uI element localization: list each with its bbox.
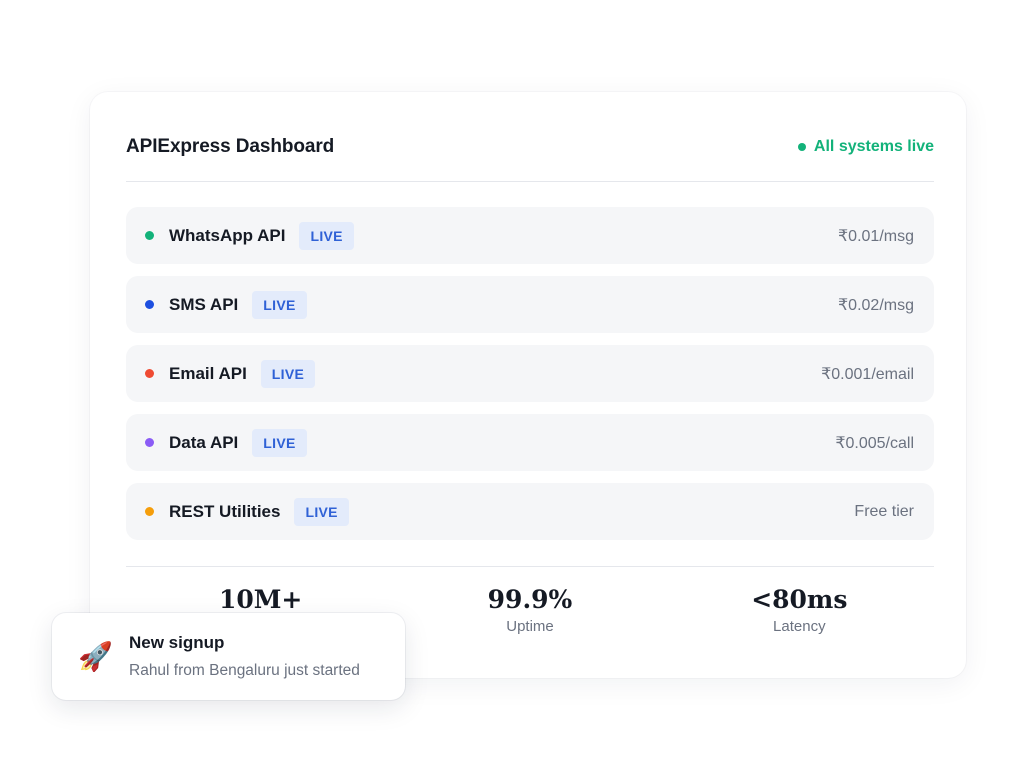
api-name: SMS API xyxy=(169,294,239,314)
api-row-left: WhatsApp API LIVE xyxy=(145,221,354,250)
api-row-email[interactable]: Email API LIVE ₹0.001/email xyxy=(126,345,934,402)
api-price: ₹0.005/call xyxy=(835,434,914,452)
api-price: ₹0.02/msg xyxy=(838,296,914,314)
stat-label: Latency xyxy=(773,618,826,635)
stat-label: Uptime xyxy=(506,618,554,635)
api-row-left: SMS API LIVE xyxy=(145,290,307,319)
api-row-data[interactable]: Data API LIVE ₹0.005/call xyxy=(126,414,934,471)
live-badge: LIVE xyxy=(252,428,307,457)
page: APIExpress Dashboard All systems live Wh… xyxy=(0,0,1025,766)
status-dot-icon xyxy=(145,438,154,447)
api-price: ₹0.001/email xyxy=(821,365,914,383)
status-dot-icon xyxy=(145,507,154,516)
header-divider xyxy=(126,181,934,182)
api-name: REST Utilities xyxy=(169,501,281,521)
api-list: WhatsApp API LIVE ₹0.01/msg SMS API LIVE… xyxy=(126,207,934,552)
card-header: APIExpress Dashboard All systems live xyxy=(126,132,934,162)
system-status-label: All systems live xyxy=(813,138,934,155)
api-price: Free tier xyxy=(854,502,914,520)
stat-value: 99.9% xyxy=(487,585,573,614)
api-row-rest-utilities[interactable]: REST Utilities LIVE Free tier xyxy=(126,483,934,540)
toast-text: New signup Rahul from Bengaluru just sta… xyxy=(129,633,360,680)
api-price: ₹0.01/msg xyxy=(838,227,914,245)
system-status: All systems live xyxy=(797,138,934,156)
status-dot-icon xyxy=(145,231,154,240)
live-badge: LIVE xyxy=(260,359,316,388)
status-dot-icon xyxy=(145,300,154,309)
stat-value: <80ms xyxy=(751,585,848,614)
stat-latency: <80ms Latency xyxy=(665,585,934,635)
api-row-left: Email API LIVE xyxy=(145,359,316,388)
status-dot-icon xyxy=(145,369,154,378)
card-title: APIExpress Dashboard xyxy=(126,136,335,157)
api-row-whatsapp[interactable]: WhatsApp API LIVE ₹0.01/msg xyxy=(126,207,934,264)
api-name: WhatsApp API xyxy=(169,225,286,245)
api-row-left: Data API LIVE xyxy=(145,428,307,457)
api-name: Data API xyxy=(169,432,239,452)
live-badge: LIVE xyxy=(252,290,307,319)
live-badge: LIVE xyxy=(299,221,354,250)
rocket-icon: 🚀 xyxy=(78,640,113,672)
stats-divider xyxy=(126,566,934,567)
api-name: Email API xyxy=(169,363,247,383)
stat-value: 10M+ xyxy=(218,585,303,614)
live-badge: LIVE xyxy=(294,497,349,526)
dashboard-card: APIExpress Dashboard All systems live Wh… xyxy=(90,92,966,678)
signup-toast[interactable]: 🚀 New signup Rahul from Bengaluru just s… xyxy=(52,613,405,700)
toast-title: New signup xyxy=(129,633,225,652)
status-dot-icon xyxy=(797,143,806,151)
stat-uptime: 99.9% Uptime xyxy=(395,585,664,635)
toast-body: Rahul from Bengaluru just started xyxy=(129,662,360,679)
api-row-left: REST Utilities LIVE xyxy=(145,497,349,526)
api-row-sms[interactable]: SMS API LIVE ₹0.02/msg xyxy=(126,276,934,333)
